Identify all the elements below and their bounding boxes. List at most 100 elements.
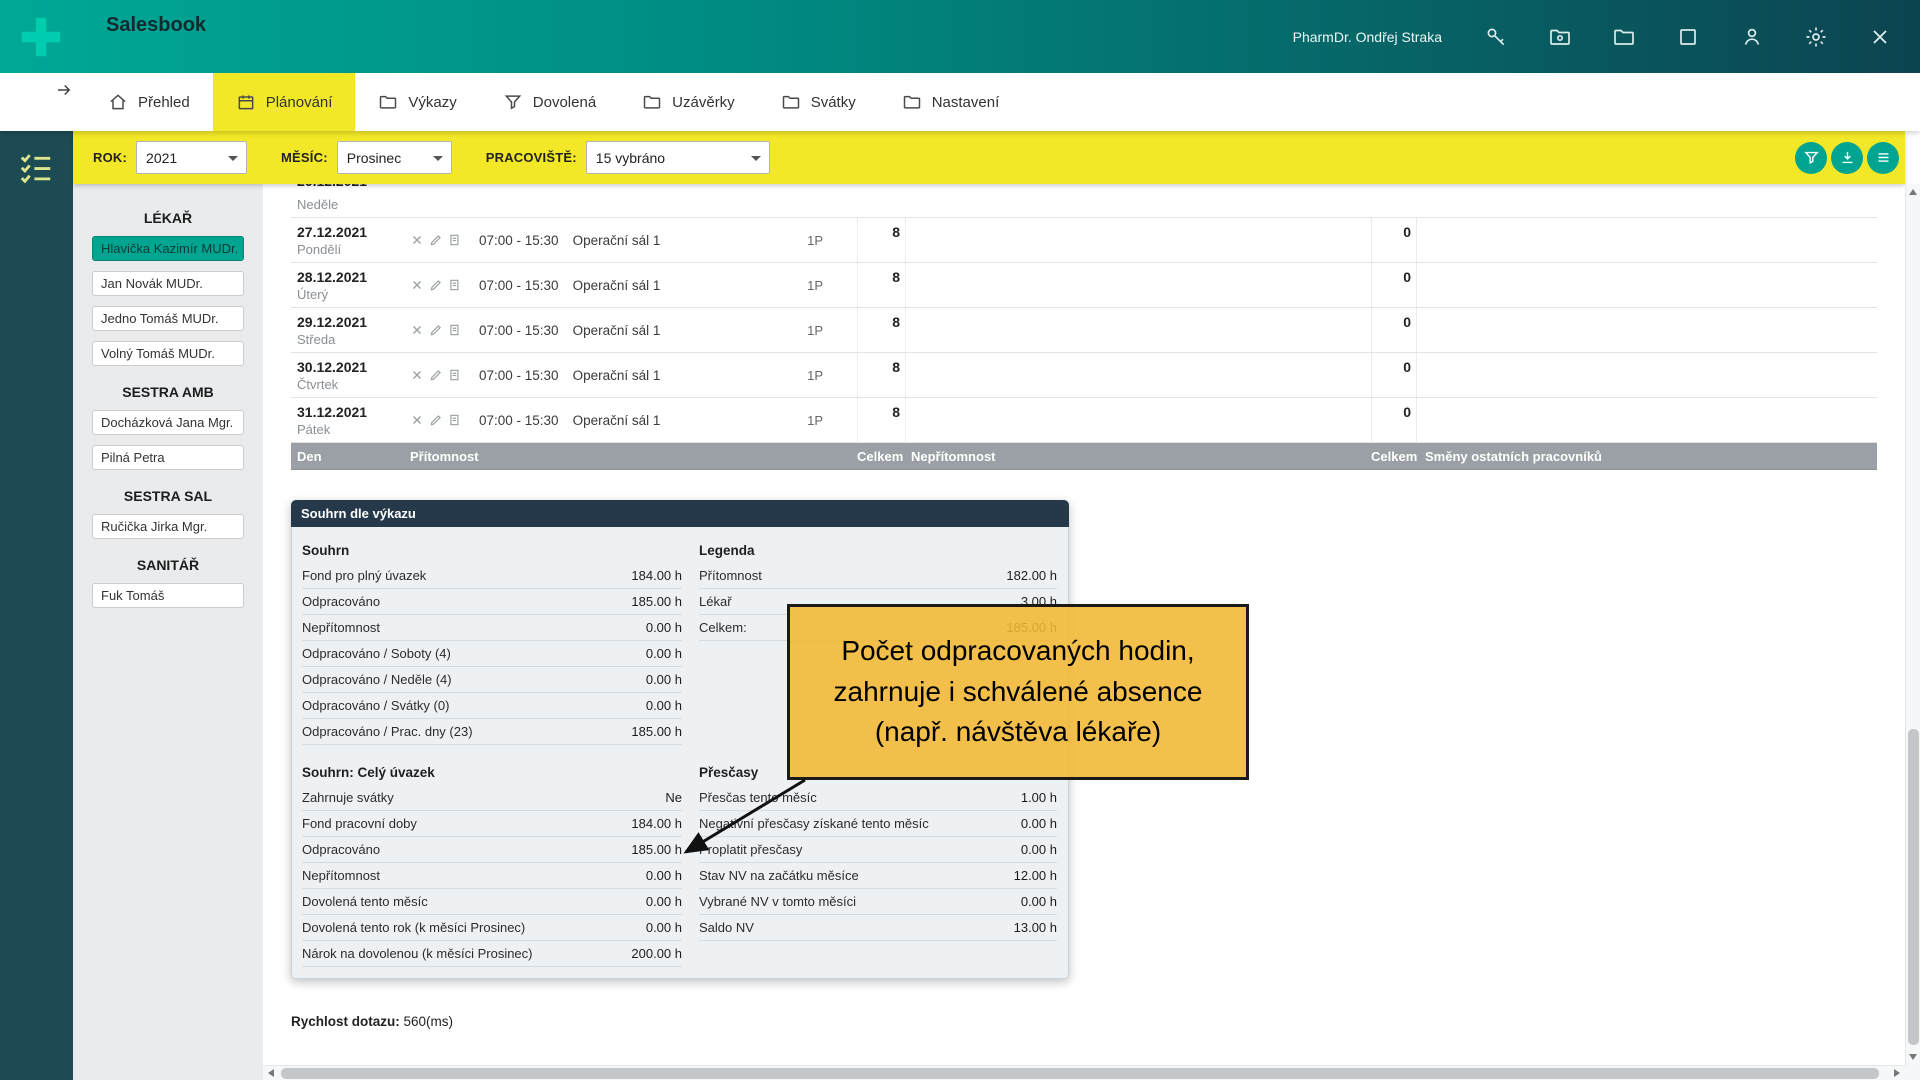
note-shift-icon[interactable] [448,413,462,427]
scroll-up-icon[interactable] [1909,189,1917,195]
summary-label: Odpracováno / Neděle (4) [302,672,452,687]
summary-row: Vybrané NV v tomto měsíci0.00 h [699,889,1057,915]
summary-label: Odpracováno [302,842,380,857]
schedule-table: 26.12.2021 Neděle 27.12.2021 Pondělí 07:… [291,184,1877,470]
row-day: Středa [297,332,404,347]
year-select[interactable]: 2021 [136,141,247,174]
stop-square-icon[interactable] [1676,25,1700,49]
edit-shift-icon[interactable] [429,278,443,292]
note-shift-icon[interactable] [448,233,462,247]
schedule-row[interactable]: 27.12.2021 Pondělí 07:00 - 15:30 Operačn… [291,218,1877,263]
note-shift-icon[interactable] [448,323,462,337]
collapse-arrow-icon[interactable] [55,81,73,99]
note-shift-icon[interactable] [448,278,462,292]
tab-nastaveni[interactable]: Nastavení [879,73,1023,131]
staff-name: Ručička Jirka Mgr. [101,519,207,534]
vertical-scrollbar-thumb[interactable] [1908,729,1919,1045]
delete-shift-icon[interactable] [410,278,424,292]
note-shift-icon[interactable] [448,368,462,382]
edit-shift-icon[interactable] [429,233,443,247]
user-icon[interactable] [1740,25,1764,49]
tab-label: Plánování [266,94,333,111]
schedule-row-partial[interactable]: 26.12.2021 Neděle [291,184,1877,218]
horizontal-scrollbar[interactable] [263,1065,1905,1080]
delete-shift-icon[interactable] [410,368,424,382]
summary-value: 185.00 h [631,724,682,739]
tab-planovani[interactable]: Plánování [213,73,356,131]
summary-value: 13.00 h [1014,920,1057,935]
scrollbar-corner [1905,1065,1920,1080]
sidebar-item-staff[interactable]: Fuk Tomáš [92,583,244,608]
summary-section-title: Legenda [699,537,1057,563]
scroll-left-icon[interactable] [268,1069,274,1077]
summary-value: 200.00 h [631,946,682,961]
footer-celkem-1: Celkem [857,449,906,464]
menu-hamburger-button[interactable] [1867,142,1899,174]
tab-vykazy[interactable]: Výkazy [355,73,479,131]
schedule-row[interactable]: 29.12.2021 Středa 07:00 - 15:30 Operační… [291,308,1877,353]
tab-prehled[interactable]: Přehled [85,73,213,131]
shift-badge: 1P [807,278,857,293]
summary-label: Negativní přesčasy získané tento měsíc [699,816,929,831]
row-day: Úterý [297,287,404,302]
scroll-right-icon[interactable] [1894,1069,1900,1077]
row-date: 30.12.2021 [297,359,404,375]
delete-shift-icon[interactable] [410,413,424,427]
absence-cell [906,398,1371,442]
edit-shift-icon[interactable] [429,323,443,337]
filter-funnel-button[interactable] [1795,142,1827,174]
edit-shift-icon[interactable] [429,413,443,427]
tab-svatky[interactable]: Svátky [758,73,879,131]
schedule-row[interactable]: 30.12.2021 Čtvrtek 07:00 - 15:30 Operačn… [291,353,1877,398]
sidebar-item-staff[interactable]: Jan Novák MUDr. [92,271,244,296]
summary-value: 0.00 h [1021,842,1057,857]
key-icon[interactable] [1484,25,1508,49]
workplace-select-value: 15 vybráno [596,150,665,166]
shift-time: 07:00 - 15:30 [479,413,559,428]
sidebar-item-staff[interactable]: Jedno Tomáš MUDr. [92,306,244,331]
workplace-select[interactable]: 15 vybráno [586,141,770,174]
tab-label: Svátky [811,94,856,111]
schedule-row[interactable]: 28.12.2021 Úterý 07:00 - 15:30 Operační … [291,263,1877,308]
sidebar-item-staff[interactable]: Docházková Jana Mgr. [92,410,244,435]
sidebar-item-staff[interactable]: Hlavička Kazimír MUDr. [92,236,244,261]
summary-row: Odpracováno185.00 h [302,589,682,615]
edit-shift-icon[interactable] [429,368,443,382]
folder-settings-icon[interactable] [1548,25,1572,49]
other-shifts-cell [1417,353,1877,397]
tab-label: Výkazy [408,94,456,111]
shift-location: Operační sál 1 [573,413,661,428]
sidebar-item-staff[interactable]: Pilná Petra [92,445,244,470]
sidebar-item-staff[interactable]: Ručička Jirka Mgr. [92,514,244,539]
schedule-row[interactable]: 31.12.2021 Pátek 07:00 - 15:30 Operační … [291,398,1877,443]
delete-shift-icon[interactable] [410,323,424,337]
summary-row: Dovolená tento měsíc0.00 h [302,889,682,915]
absence-cell [906,353,1371,397]
horizontal-scrollbar-thumb[interactable] [281,1068,1879,1079]
tab-bar: Přehled Plánování Výkazy Dovolená Uzávěr… [0,73,1920,131]
folder-icon[interactable] [1612,25,1636,49]
shift-location: Operační sál 1 [573,368,661,383]
summary-row: Odpracováno / Soboty (4)0.00 h [302,641,682,667]
shift-badge: 1P [807,413,857,428]
delete-shift-icon[interactable] [410,233,424,247]
close-icon[interactable] [1868,25,1892,49]
row-day: Pondělí [297,242,404,257]
presence-total: 8 [857,353,906,397]
export-download-button[interactable] [1831,142,1863,174]
vertical-scrollbar[interactable] [1905,184,1920,1065]
staff-name: Docházková Jana Mgr. [101,415,233,430]
tab-uzaverky[interactable]: Uzávěrky [619,73,758,131]
checklist-icon[interactable] [17,148,55,186]
other-shifts-cell [1417,308,1877,352]
scroll-down-icon[interactable] [1909,1054,1917,1060]
tab-dovolena[interactable]: Dovolená [480,73,619,131]
top-bar-actions: PharmDr. Ondřej Straka [1293,0,1892,73]
staff-name: Jedno Tomáš MUDr. [101,311,219,326]
summary-value: 0.00 h [646,620,682,635]
summary-value: 0.00 h [1021,816,1057,831]
settings-gear-icon[interactable] [1804,25,1828,49]
sidebar-item-staff[interactable]: Volný Tomáš MUDr. [92,341,244,366]
summary-label: Vybrané NV v tomto měsíci [699,894,856,909]
month-select[interactable]: Prosinec [337,141,452,174]
